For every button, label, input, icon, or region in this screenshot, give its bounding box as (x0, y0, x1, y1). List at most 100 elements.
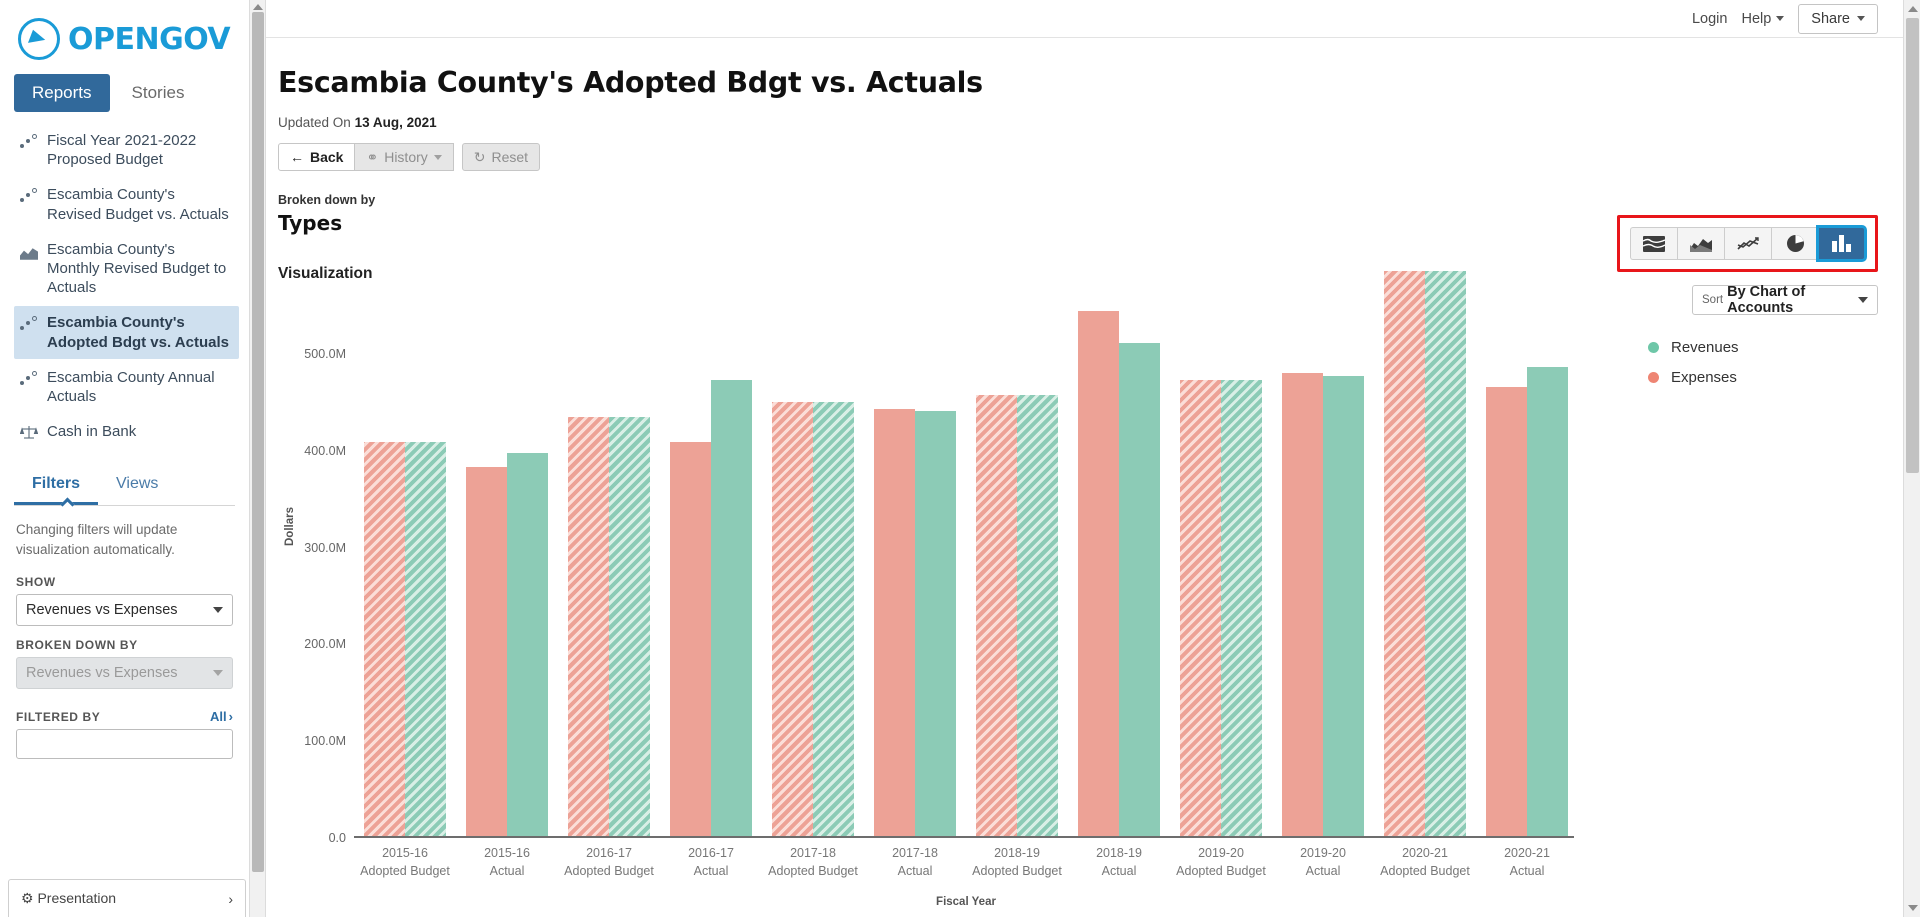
login-link[interactable]: Login (1692, 11, 1727, 27)
back-label: Back (310, 149, 344, 165)
bar-exp[interactable] (466, 467, 507, 838)
sidebar-item-adopted-bdgt-vs-actuals[interactable]: Escambia County's Adopted Bdgt vs. Actua… (14, 306, 239, 359)
report-item-label: Escambia County Annual Actuals (47, 368, 215, 405)
tab-reports[interactable]: Reports (14, 74, 110, 112)
scatter-icon (20, 315, 38, 333)
bar-group[interactable] (966, 296, 1068, 838)
bar-exp[interactable] (670, 442, 711, 838)
bar-group[interactable] (660, 296, 762, 838)
brand-name: OPENGOV (68, 21, 231, 57)
chevron-down-icon (1858, 297, 1868, 303)
sidebar-scrollbar[interactable] (250, 0, 266, 917)
bar-rev[interactable] (1323, 376, 1364, 838)
bar-rev[interactable] (1527, 366, 1568, 838)
scroll-up-icon[interactable] (253, 4, 263, 10)
scatter-icon (20, 370, 38, 388)
bar-rev[interactable] (1119, 343, 1160, 838)
bar-rev[interactable] (1221, 380, 1262, 838)
bar-rev[interactable] (711, 380, 752, 838)
tab-filters[interactable]: Filters (14, 469, 99, 506)
bar-group[interactable] (558, 296, 660, 838)
bar-exp[interactable] (364, 442, 405, 838)
bar-rev[interactable] (507, 452, 548, 838)
bar-exp[interactable] (976, 394, 1017, 838)
show-select[interactable]: Revenues vs Expenses (16, 594, 233, 627)
sort-value: By Chart of Accounts (1727, 284, 1806, 316)
page-title: Escambia County's Adopted Bdgt vs. Actua… (278, 66, 983, 99)
scrollbar-thumb[interactable] (1906, 18, 1919, 473)
filtered-by-label: FILTERED BY (16, 710, 101, 725)
scroll-up-icon[interactable] (1908, 6, 1918, 12)
tab-stories[interactable]: Stories (114, 74, 203, 112)
sort-select[interactable]: Sort By Chart of Accounts (1692, 284, 1878, 316)
broken-down-by-value: Revenues vs Expenses (26, 665, 178, 682)
bar-exp[interactable] (568, 416, 609, 838)
bar-rev[interactable] (1017, 394, 1058, 838)
y-axis-tick: 500.0M (304, 347, 346, 362)
bar-group[interactable] (762, 296, 864, 838)
bar-group[interactable] (1476, 296, 1578, 838)
filters-note: Changing filters will update visualizati… (16, 522, 178, 557)
bar-rev[interactable] (609, 416, 650, 838)
bar-rev[interactable] (813, 402, 854, 838)
line-chart-button[interactable] (1724, 227, 1771, 260)
back-button[interactable]: ← Back (278, 143, 356, 171)
chevron-right-icon: › (228, 709, 233, 725)
topbar: Login Help Share (250, 0, 1920, 38)
bar-exp[interactable] (1282, 373, 1323, 838)
legend-item-revenues[interactable]: Revenues (1648, 332, 1878, 362)
x-axis-label: 2018-19 Adopted Budget (972, 846, 1062, 879)
bar-group[interactable] (1170, 296, 1272, 838)
x-axis-labels: 2015-16 Adopted Budget 2015-16 Actual 2016-1… (354, 844, 1578, 880)
show-label: SHOW (16, 575, 56, 590)
bar-exp[interactable] (874, 409, 915, 838)
tab-views[interactable]: Views (98, 469, 176, 505)
bar-group[interactable] (1068, 296, 1170, 838)
stacked-area-chart-button[interactable] (1630, 227, 1677, 260)
bar-exp[interactable] (1180, 380, 1221, 838)
bar-rev[interactable] (405, 442, 446, 838)
legend-color-swatch (1648, 371, 1659, 383)
bar-chart-button[interactable] (1816, 225, 1867, 262)
sidebar-item-annual-actuals[interactable]: Escambia County Annual Actuals (14, 361, 239, 413)
bar-exp[interactable] (1078, 310, 1119, 838)
sidebar-tabs: Reports Stories (0, 68, 249, 116)
sidebar-item-cash-in-bank[interactable]: Cash in Bank (14, 415, 239, 449)
sort-prefix: Sort (1702, 294, 1724, 306)
bar-exp[interactable] (1384, 270, 1425, 838)
bar-group[interactable] (1272, 296, 1374, 838)
bar-group[interactable] (354, 296, 456, 838)
presentation-bar[interactable]: ⚙ Presentation › (8, 879, 246, 917)
sidebar-item-revised-budget-vs-actuals[interactable]: Escambia County's Revised Budget vs. Act… (14, 178, 239, 230)
app-root: OPENGOV Reports Stories Fiscal Year 2021… (0, 0, 1920, 917)
bar-group[interactable] (456, 296, 558, 838)
presentation-text: Presentation (37, 890, 117, 906)
bar-rev[interactable] (915, 411, 956, 838)
legend-item-expenses[interactable]: Expenses (1648, 362, 1878, 392)
sidebar-item-monthly-revised-budget[interactable]: Escambia County's Monthly Revised Budget… (14, 233, 239, 305)
pie-chart-button[interactable] (1771, 227, 1818, 260)
chevron-down-icon (213, 670, 223, 677)
bar-group[interactable] (1374, 270, 1476, 838)
filtered-by-input[interactable] (16, 729, 233, 760)
bar-exp[interactable] (1486, 386, 1527, 838)
brand-logo[interactable]: OPENGOV (0, 0, 249, 68)
scroll-down-icon[interactable] (1908, 905, 1918, 911)
x-axis-label: 2016-17 Actual (688, 846, 734, 879)
scatter-icon (20, 187, 38, 205)
gear-icon: ⚙ (21, 890, 34, 906)
history-icon: ⚭ (366, 148, 379, 165)
scrollbar-thumb[interactable] (252, 12, 264, 872)
bar-rev[interactable] (1425, 270, 1466, 838)
help-menu[interactable]: Help (1741, 11, 1785, 27)
filtered-by-all-link[interactable]: All › (210, 709, 233, 724)
bar-group[interactable] (864, 296, 966, 838)
updated-date: 13 Aug, 2021 (354, 115, 437, 130)
chevron-right-icon: › (228, 890, 233, 907)
share-button[interactable]: Share (1798, 3, 1878, 34)
main-scrollbar[interactable] (1903, 0, 1920, 917)
bar-chart-icon (1831, 235, 1852, 252)
area-chart-button[interactable] (1677, 227, 1724, 260)
bar-exp[interactable] (772, 402, 813, 838)
sidebar-item-fiscal-year-2021-2022[interactable]: Fiscal Year 2021-2022 Proposed Budget (14, 124, 239, 176)
